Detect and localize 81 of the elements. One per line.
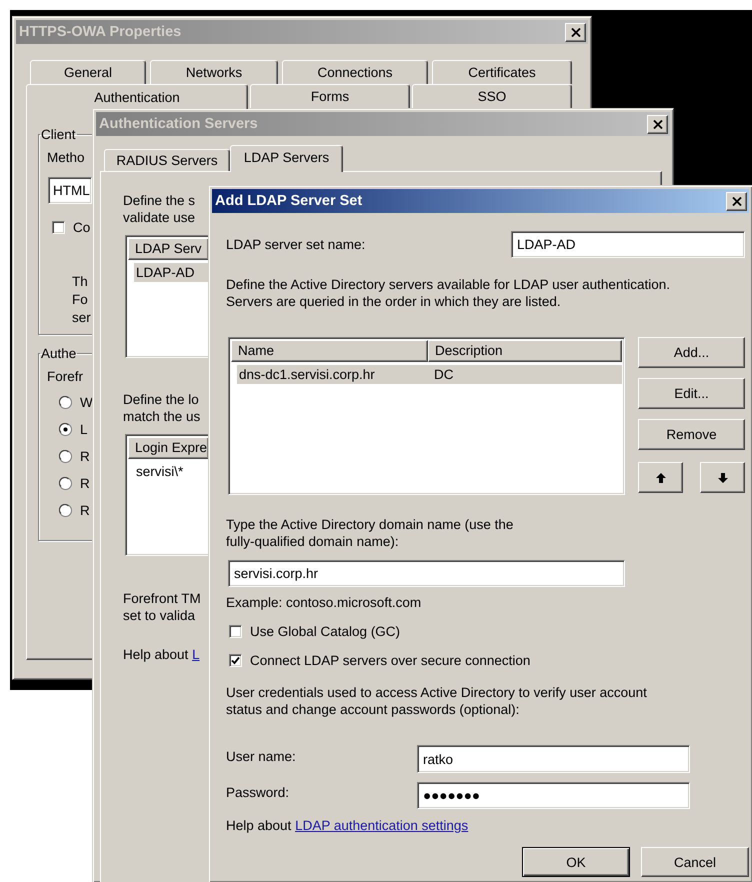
password-field[interactable]: ●●●●●●● <box>417 782 690 809</box>
list-row[interactable]: servisi\* <box>128 462 209 481</box>
domain-field[interactable]: servisi.corp.hr <box>228 560 625 587</box>
intro-text: Define the lo match the us <box>123 391 200 425</box>
method-field[interactable]: HTML <box>48 177 92 204</box>
window-title: HTTPS-OWA Properties <box>19 24 182 40</box>
help-text: Help about LDAP authentication settings <box>226 817 468 834</box>
checkbox[interactable] <box>229 624 242 638</box>
move-up-button[interactable] <box>638 462 683 493</box>
help-link[interactable]: L <box>192 647 200 662</box>
group-title: Client <box>40 126 77 143</box>
tab[interactable]: Connections <box>282 60 428 84</box>
column-header[interactable]: Name <box>231 340 428 362</box>
arrow-down-icon <box>716 472 728 484</box>
option-label: R <box>80 502 90 518</box>
close-icon <box>732 196 742 206</box>
user-name-field[interactable]: ratko <box>417 745 690 773</box>
table-cell-text: servisi\* <box>135 464 184 479</box>
tab[interactable]: RADIUS Servers <box>104 149 230 171</box>
close-button[interactable] <box>647 114 668 134</box>
close-icon <box>570 28 580 36</box>
radio-button[interactable] <box>59 422 72 436</box>
tab[interactable]: LDAP Servers <box>230 145 343 172</box>
note-text: User credentials used to access Active Directory to verify user account status and change account passwords (optional): <box>226 684 647 718</box>
hint-text: Example: contoso.microsoft.com <box>226 594 422 611</box>
description-text: Define the Active Directory servers available for LDAP user authentication. Servers are queried in the order in which they are listed. <box>226 276 670 310</box>
login-expression-list[interactable]: Login Expre servisi\* <box>125 434 209 556</box>
field-label: Password: <box>226 784 290 801</box>
checkbox[interactable] <box>52 220 65 234</box>
column-header[interactable]: Description <box>428 340 622 362</box>
close-button[interactable] <box>565 22 586 42</box>
window-title: Authentication Servers <box>99 116 259 132</box>
move-down-button[interactable] <box>700 462 745 493</box>
radio-button[interactable] <box>59 396 72 408</box>
table-cell-text: DC <box>433 367 454 382</box>
close-button[interactable] <box>726 192 747 210</box>
server-list[interactable]: Name Description dns-dc1.servisi.corp.hr DC <box>228 337 625 495</box>
note-text: Th Fo ser <box>72 273 91 327</box>
checkbox-label: Connect LDAP servers over secure connection <box>250 652 530 668</box>
intro-text: Define the s validate use <box>123 192 196 226</box>
tab[interactable]: Forms <box>250 84 410 108</box>
list-row[interactable]: dns-dc1.servisi.corp.hr DC <box>237 365 622 384</box>
table-cell-text: dns-dc1.servisi.corp.hr <box>238 367 376 382</box>
option-label: R <box>80 476 90 490</box>
option-label: R <box>80 448 90 464</box>
close-icon <box>652 120 662 128</box>
radio-button[interactable] <box>59 504 72 516</box>
table-cell-text: LDAP-AD <box>135 265 196 280</box>
checkbox-label: Co <box>73 220 90 234</box>
server-set-list[interactable]: LDAP Serv LDAP-AD <box>125 235 209 358</box>
list-row[interactable]: LDAP-AD <box>134 263 209 282</box>
note-text: Forefront TM set to valida <box>123 590 201 624</box>
dialog-button[interactable]: Cancel <box>641 847 749 877</box>
field-label: LDAP server set name: <box>226 236 366 253</box>
group-title: Authe <box>40 345 78 362</box>
list-button[interactable]: Add... <box>638 337 745 368</box>
tab[interactable]: Networks <box>150 60 278 84</box>
dialog-button[interactable]: OK <box>522 847 630 877</box>
help-text: Help about L <box>123 646 200 663</box>
name-field[interactable]: LDAP-AD <box>511 231 745 258</box>
arrow-up-icon <box>654 472 666 484</box>
option-label: L <box>80 422 88 436</box>
list-button[interactable]: Edit... <box>638 378 745 409</box>
column-header[interactable]: Login Expre <box>128 437 209 459</box>
field-label: Metho <box>47 149 85 166</box>
checkbox[interactable] <box>229 654 242 666</box>
checkbox-label: Use Global Catalog (GC) <box>250 624 400 638</box>
help-link[interactable]: LDAP authentication settings <box>295 818 468 833</box>
caption-text: Forefr <box>47 368 84 385</box>
option-label: W <box>80 394 93 410</box>
list-button[interactable]: Remove <box>638 419 745 450</box>
field-label: User name: <box>226 748 297 764</box>
tab[interactable]: Certificates <box>432 60 572 84</box>
field-label: Type the Active Directory domain name (use the fully-qualified domain name): <box>226 516 514 550</box>
column-header[interactable]: LDAP Serv <box>128 238 209 260</box>
window-title: Add LDAP Server Set <box>215 193 364 209</box>
tab[interactable]: SSO <box>412 84 572 108</box>
radio-button[interactable] <box>59 476 72 490</box>
tab[interactable]: General <box>30 60 146 84</box>
radio-button[interactable] <box>59 450 72 462</box>
tab[interactable]: Authentication <box>26 84 248 109</box>
